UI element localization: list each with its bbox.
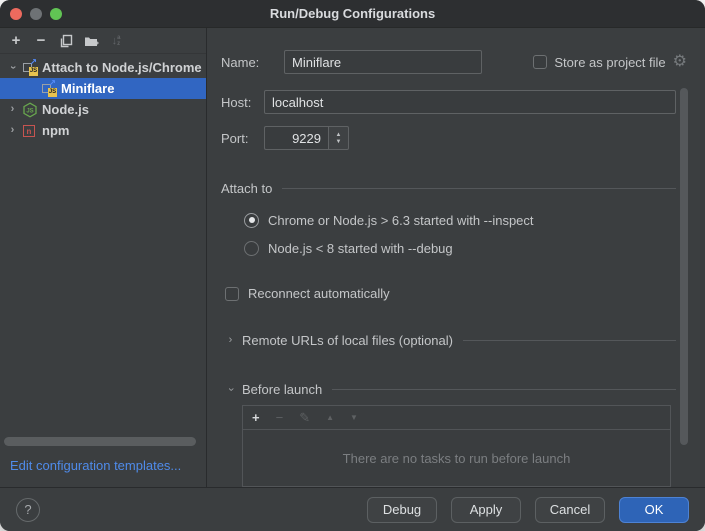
ok-button[interactable]: OK [619,497,689,523]
remote-urls-section-title: Remote URLs of local files (optional) [242,333,453,348]
remove-configuration-icon[interactable]: − [33,33,49,49]
before-launch-section-header[interactable]: › Before launch [225,382,705,397]
tree-item-npm[interactable]: › n npm [0,120,206,141]
tree-item-label: Miniflare [61,81,114,96]
chevron-collapsed-icon[interactable]: › [7,125,18,136]
dialog-footer: ? Debug Apply Cancel OK [0,487,705,531]
port-input[interactable] [264,126,328,150]
tree-item-label: Attach to Node.js/Chrome [42,60,202,75]
horizontal-scrollbar-thumb[interactable] [4,437,196,446]
port-spinner-buttons[interactable]: ▲ ▼ [328,126,349,150]
name-row: Name: Store as project file ⚙ [221,50,705,74]
title-bar: Run/Debug Configurations [0,0,705,28]
minimize-window-button[interactable] [30,8,42,20]
before-launch-section-title: Before launch [242,382,322,397]
empty-task-list-message: There are no tasks to run before launch [243,430,670,486]
spinner-up-icon[interactable]: ▲ [336,132,342,138]
task-list-toolbar: + − ✎ ▲ ▼ [243,406,670,430]
name-input[interactable] [284,50,482,74]
section-divider [463,340,676,341]
svg-text:JS: JS [26,108,33,114]
tree-item-label: npm [42,123,69,138]
name-label: Name: [221,55,284,70]
port-stepper: ▲ ▼ [264,126,349,150]
tree-item-nodejs[interactable]: › JS Node.js [0,99,206,120]
debug-button[interactable]: Debug [367,497,437,523]
edit-task-icon[interactable]: ✎ [299,411,310,424]
attach-to-section-header: Attach to [221,181,705,196]
radio-debug-label: Node.js < 8 started with --debug [268,241,453,256]
chevron-collapsed-icon[interactable]: › [225,335,236,346]
radio-inspect-label: Chrome or Node.js > 6.3 started with --i… [268,213,534,228]
store-as-project-file-checkbox[interactable] [533,55,547,69]
help-button[interactable]: ? [16,498,40,522]
add-task-icon[interactable]: + [252,411,260,424]
radio-unselected-icon[interactable] [244,241,259,256]
configuration-form: Name: Store as project file ⚙ Host: Port… [207,28,705,487]
chevron-expanded-icon[interactable]: › [225,384,236,395]
npm-icon: n [22,123,38,139]
move-task-up-icon[interactable]: ▲ [326,411,334,424]
section-divider [282,188,676,189]
radio-option-inspect[interactable]: Chrome or Node.js > 6.3 started with --i… [244,209,705,231]
chevron-expanded-icon[interactable]: › [7,62,18,73]
traffic-lights [10,8,62,20]
zoom-window-button[interactable] [50,8,62,20]
reconnect-automatically-checkbox[interactable] [225,287,239,301]
tree-item-miniflare[interactable]: ↗ JS Miniflare [0,78,206,99]
gear-icon[interactable]: ⚙ [673,54,687,70]
host-input[interactable] [264,90,676,114]
radio-selected-icon[interactable] [244,213,259,228]
folder-plus-icon [84,34,99,48]
edit-configuration-templates-link[interactable]: Edit configuration templates... [10,458,181,473]
configurations-tree: › ↗ JS Attach to Node.js/Chrome ↗ JS Min… [0,54,206,141]
section-divider [332,389,676,390]
reconnect-automatically-row[interactable]: Reconnect automatically [225,286,705,301]
remove-task-icon[interactable]: − [276,411,284,424]
configurations-sidebar: + − ↓ a [0,28,207,487]
move-task-down-icon[interactable]: ▼ [350,411,358,424]
add-configuration-icon[interactable]: + [8,33,24,49]
host-row: Host: [221,90,705,114]
spinner-down-icon[interactable]: ▼ [336,139,342,145]
attach-to-section-title: Attach to [221,181,272,196]
dialog-title: Run/Debug Configurations [270,6,435,21]
sidebar-toolbar: + − ↓ a [0,28,206,54]
new-folder-icon[interactable] [83,33,99,49]
chevron-collapsed-icon[interactable]: › [7,104,18,115]
copy-icon [59,34,73,48]
copy-configuration-icon[interactable] [58,33,74,49]
tree-item-attach-to-nodejs-chrome[interactable]: › ↗ JS Attach to Node.js/Chrome [0,57,206,78]
port-label: Port: [221,131,264,146]
apply-button[interactable]: Apply [451,497,521,523]
run-debug-configurations-dialog: Run/Debug Configurations + − [0,0,705,531]
reconnect-automatically-label: Reconnect automatically [248,286,390,301]
host-label: Host: [221,95,264,110]
before-launch-task-list: + − ✎ ▲ ▼ There are no tasks to run befo… [242,405,671,487]
store-as-project-file-group: Store as project file ⚙ [533,54,687,70]
cancel-button[interactable]: Cancel [535,497,605,523]
sort-configurations-icon[interactable]: ↓ a z [108,33,124,49]
close-window-button[interactable] [10,8,22,20]
attach-nodejs-chrome-icon: ↗ JS [22,60,38,76]
footer-buttons: Debug Apply Cancel OK [367,497,689,523]
radio-option-debug[interactable]: Node.js < 8 started with --debug [244,237,705,259]
attach-nodejs-chrome-icon: ↗ JS [41,81,57,97]
vertical-scrollbar-thumb[interactable] [680,88,688,445]
tree-item-label: Node.js [42,102,89,117]
store-as-project-file-label: Store as project file [554,55,665,70]
nodejs-icon: JS [22,102,38,118]
remote-urls-section-header[interactable]: › Remote URLs of local files (optional) [225,333,705,348]
port-row: Port: ▲ ▼ [221,126,705,150]
